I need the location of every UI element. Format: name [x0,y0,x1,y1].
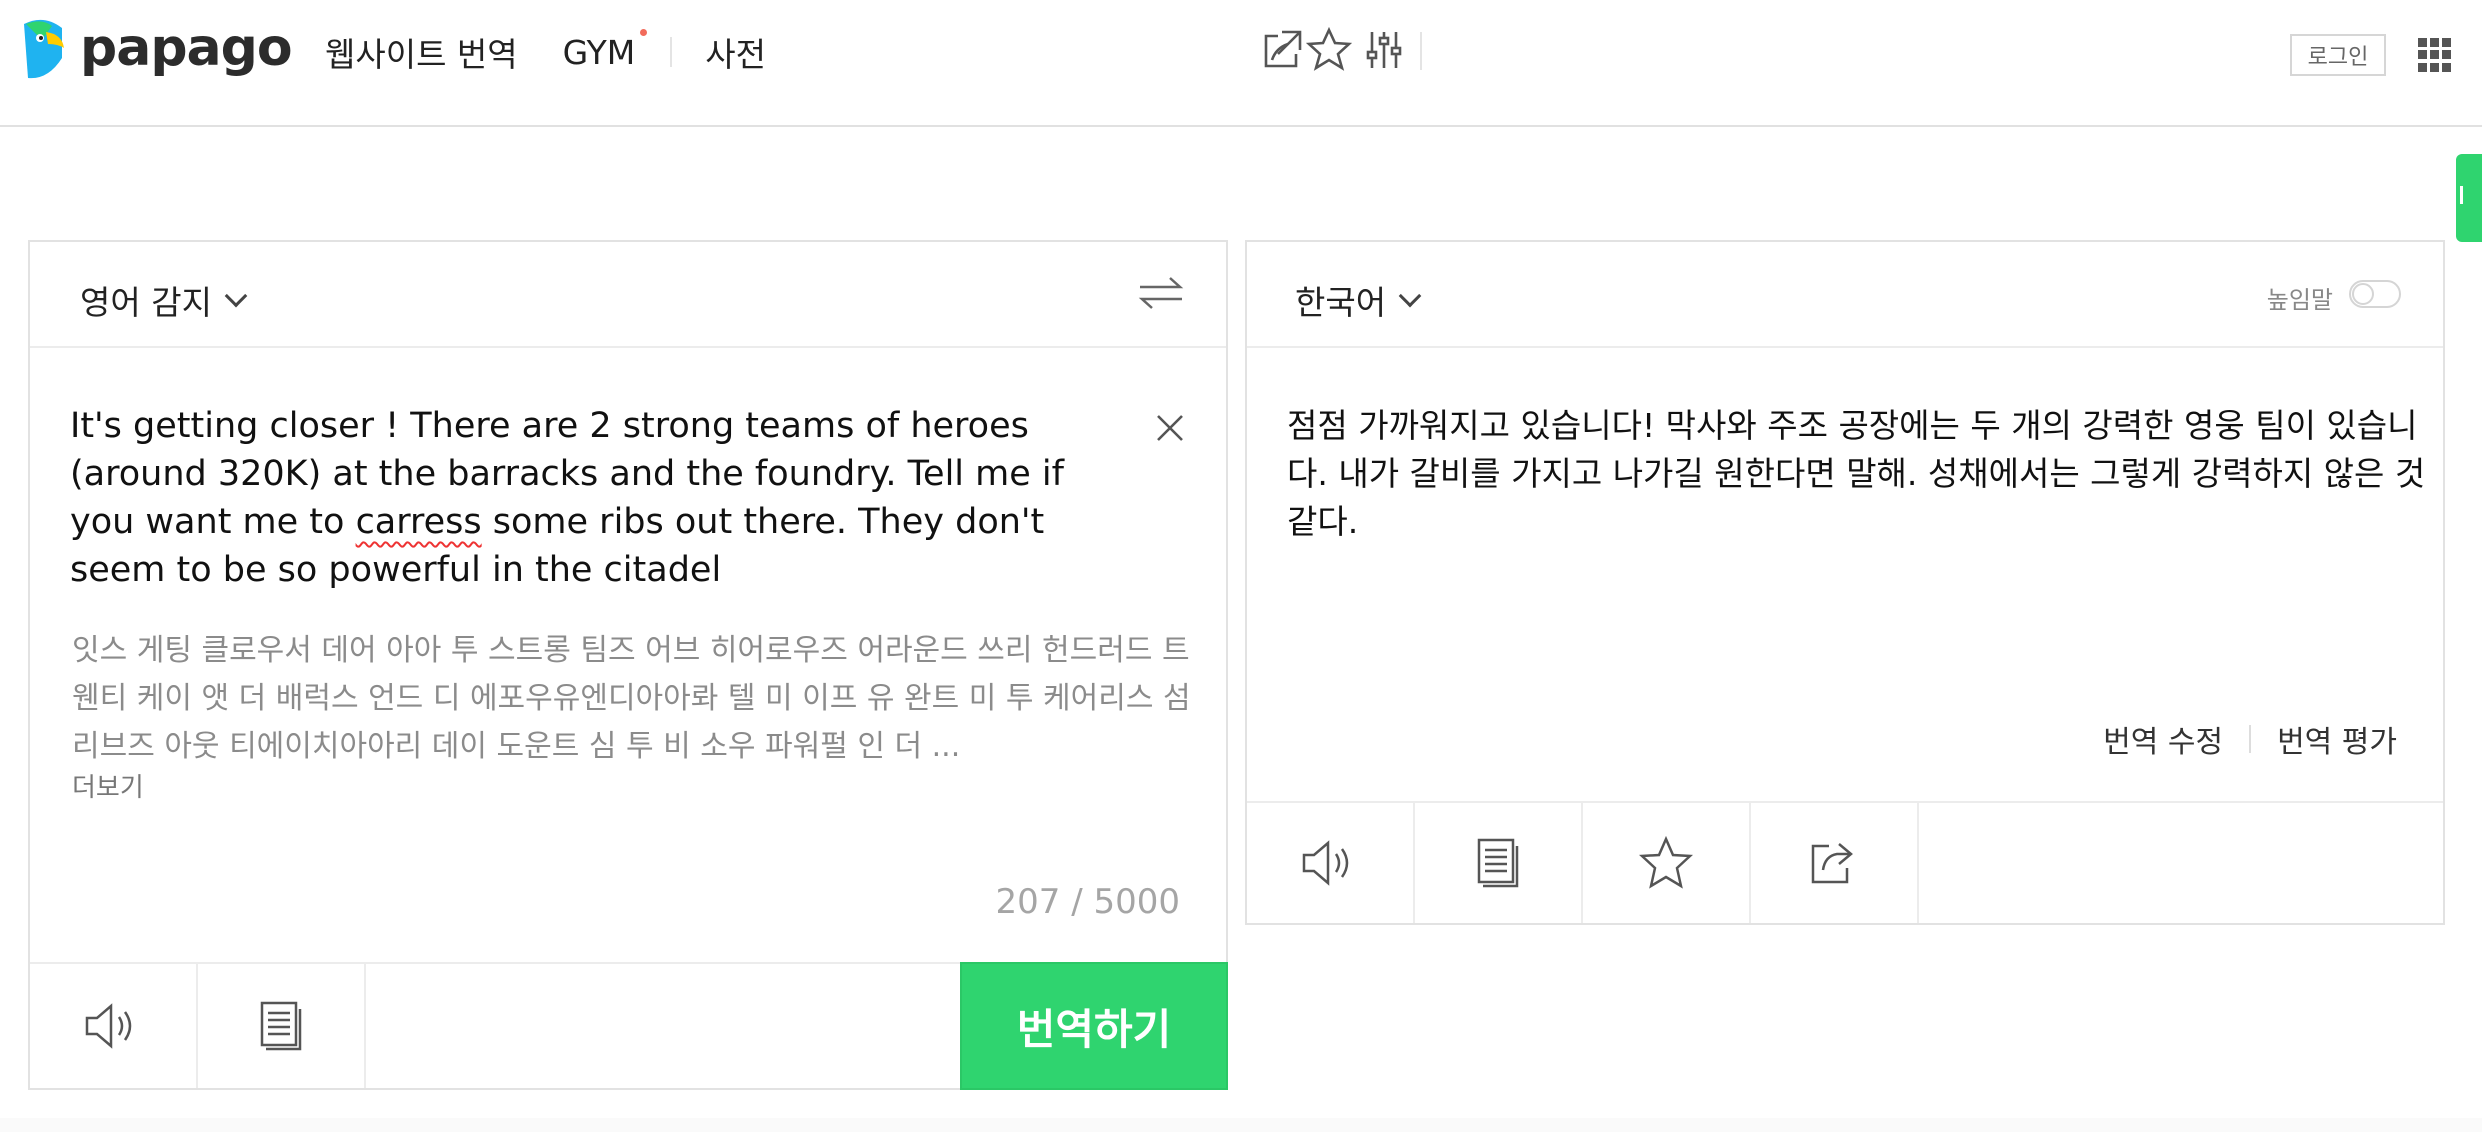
parrot-logo-icon [24,19,64,79]
top-header: papago 웹사이트 번역 GYM 사전 로그인 [0,0,2482,127]
source-language-label: 영어 감지 [80,283,212,322]
target-panel: 한국어 높임말 점점 가까워지고 있습니다! 막사와 주조 공장에는 두 개의 … [1245,240,2445,925]
source-copy-button[interactable] [198,964,366,1088]
translation-output: 점점 가까워지고 있습니다! 막사와 주조 공장에는 두 개의 강력한 영웅 팀… [1287,406,2426,541]
target-listen-button[interactable] [1247,803,1415,923]
translate-button[interactable]: 번역하기 [960,962,1228,1090]
settings-sliders-icon[interactable] [1360,26,1408,74]
source-panel-footer: 번역하기 [30,962,1228,1090]
login-button[interactable]: 로그인 [2290,34,2386,76]
star-icon[interactable] [1305,26,1353,74]
chevron-down-icon [224,284,248,308]
honorific-toggle[interactable] [2349,280,2401,308]
copy-icon [260,1001,302,1051]
new-badge-dot [640,28,648,36]
logo-wordmark: papago [80,18,293,78]
nav-website-translation[interactable]: 웹사이트 번역 [325,28,518,76]
target-language-select[interactable]: 한국어 [1295,276,1422,324]
source-listen-button[interactable] [30,964,198,1088]
source-panel-header: 영어 감지 [30,242,1226,348]
character-counter: 207 / 5000 [995,882,1181,922]
copy-icon [1477,838,1519,888]
clear-text-icon[interactable] [1154,412,1186,444]
side-panel-tab[interactable] [2456,154,2482,242]
apps-grid-icon[interactable] [2418,38,2452,72]
star-icon [1638,836,1694,889]
swap-languages-icon[interactable] [1136,272,1186,314]
papago-logo[interactable]: papago [18,18,293,84]
target-language-label: 한국어 [1295,283,1387,322]
edit-translation-link[interactable]: 번역 수정 [2103,717,2223,761]
nav-dictionary[interactable]: 사전 [705,28,766,76]
rate-translation-link[interactable]: 번역 평가 [2277,717,2397,761]
nav-gym-label: GYM [562,32,636,72]
share-icon [1811,843,1853,884]
chevron-down-icon [1398,284,1422,308]
page-bottom-band [0,1118,2482,1132]
nav-gym[interactable]: GYM [562,28,648,72]
header-divider [1420,32,1422,70]
translation-actions: 번역 수정 번역 평가 [2103,717,2397,761]
action-divider [2249,725,2252,753]
target-panel-footer [1247,801,2443,923]
honorific-label: 높임말 [2266,286,2333,314]
speaker-icon [85,1003,132,1049]
target-share-button[interactable] [1751,803,1919,923]
show-more-link[interactable]: 더보기 [72,767,144,804]
open-new-window-icon[interactable] [1258,26,1306,74]
nav-divider [670,37,673,67]
misspelled-word[interactable]: carress [356,502,482,542]
source-language-select[interactable]: 영어 감지 [80,276,248,324]
source-text-input[interactable]: It's getting closer ! There are 2 strong… [70,402,1130,594]
main-nav: 웹사이트 번역 GYM 사전 [325,28,766,76]
target-panel-header: 한국어 높임말 [1247,242,2443,348]
source-panel: 영어 감지 It's getting closer ! There are 2 … [28,240,1228,1090]
pronunciation-text: 잇스 게팅 클로우서 데어 아아 투 스트롱 팀즈 어브 히어로우즈 어라운드 … [72,633,1191,764]
speaker-icon [1302,840,1349,886]
target-copy-button[interactable] [1415,803,1583,923]
target-favorite-button[interactable] [1583,803,1751,923]
